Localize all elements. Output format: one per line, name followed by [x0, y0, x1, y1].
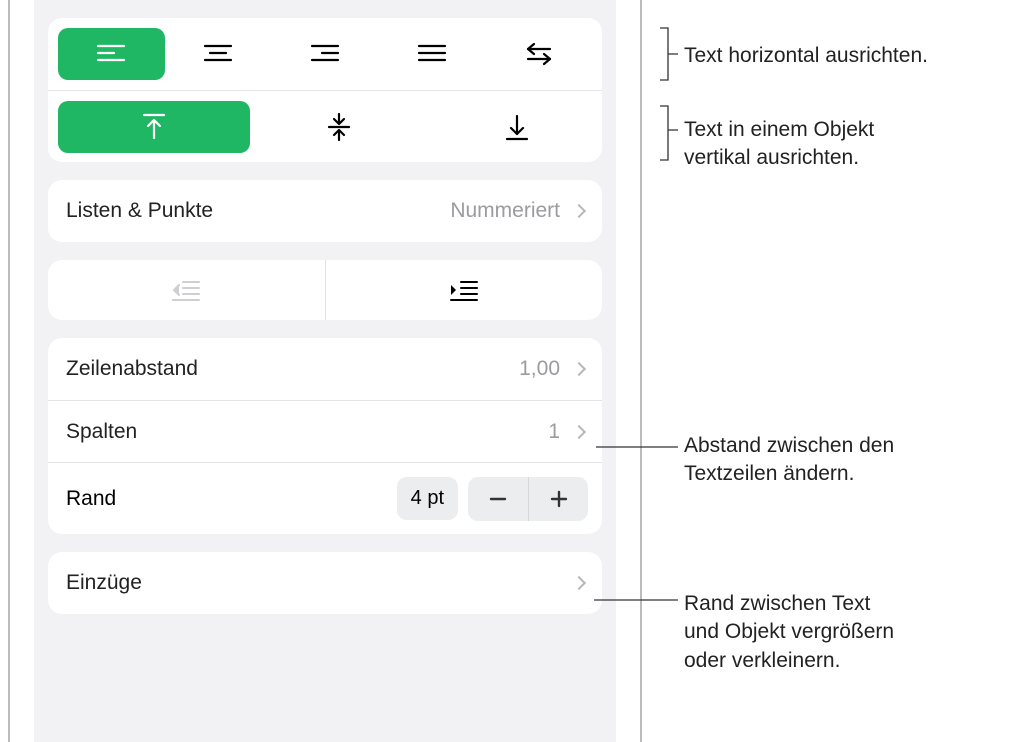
lists-label: Listen & Punkte [66, 199, 450, 223]
margin-value: 4 pt [397, 477, 458, 520]
text-direction-button[interactable] [485, 28, 592, 80]
outdent-button[interactable] [48, 260, 325, 320]
valign-bottom-icon [505, 112, 529, 142]
line-spacing-value: 1,00 [519, 357, 560, 381]
chevron-right-icon [572, 204, 586, 218]
callout-text: Rand zwischen Text [684, 592, 870, 615]
callout-text: vertikal ausrichten. [684, 146, 859, 169]
align-center-button[interactable] [165, 28, 272, 80]
callout-text: oder verkleinern. [684, 649, 840, 672]
align-left-button[interactable] [58, 28, 165, 80]
columns-value: 1 [548, 420, 560, 444]
callout-text: Textzeilen ändern. [684, 462, 854, 485]
indent-button[interactable] [325, 260, 603, 320]
align-center-icon [203, 43, 233, 65]
callout-text: Text horizontal ausrichten. [684, 44, 928, 67]
inspector-panel: Listen & Punkte Nummeriert Zeilenabstand… [8, 0, 642, 742]
valign-bottom-button[interactable] [428, 101, 602, 153]
callout-text: und Objekt vergrößern [684, 620, 894, 643]
valign-top-icon [142, 112, 166, 142]
margin-label: Rand [66, 487, 397, 511]
margin-increase-button[interactable] [528, 477, 588, 521]
outdent-icon [171, 279, 201, 301]
annotations: Text horizontal ausrichten. Text in eine… [648, 0, 1021, 742]
vertical-align-bar [48, 90, 602, 162]
horizontal-align-bar [48, 18, 602, 90]
bidi-arrows-icon [524, 42, 554, 66]
columns-label: Spalten [66, 420, 548, 444]
align-justify-button[interactable] [378, 28, 485, 80]
callout-text: Abstand zwischen den [684, 434, 894, 457]
plus-icon [549, 489, 569, 509]
columns-row[interactable]: Spalten 1 [48, 400, 602, 462]
indents-card: Einzüge [48, 552, 602, 614]
valign-top-button[interactable] [58, 101, 250, 153]
callout-linespacing: Abstand zwischen den Textzeilen ändern. [684, 432, 1021, 489]
minus-icon [488, 489, 508, 509]
margin-decrease-button[interactable] [468, 477, 528, 521]
line-spacing-label: Zeilenabstand [66, 357, 519, 381]
callout-halign: Text horizontal ausrichten. [684, 42, 1021, 70]
indent-buttons-card [48, 260, 602, 320]
chevron-right-icon [572, 576, 586, 590]
indent-icon [449, 279, 479, 301]
margin-stepper [468, 477, 588, 521]
align-justify-icon [417, 43, 447, 65]
valign-middle-button[interactable] [250, 101, 428, 153]
align-right-button[interactable] [272, 28, 379, 80]
valign-middle-icon [327, 112, 351, 142]
callout-margin: Rand zwischen Text und Objekt vergrößern… [684, 590, 1021, 675]
callout-text: Text in einem Objekt [684, 118, 874, 141]
align-left-icon [96, 43, 126, 65]
chevron-right-icon [572, 362, 586, 376]
lists-card: Listen & Punkte Nummeriert [48, 180, 602, 242]
align-right-icon [310, 43, 340, 65]
indents-row[interactable]: Einzüge [48, 552, 602, 614]
spacing-card: Zeilenabstand 1,00 Spalten 1 Rand 4 pt [48, 338, 602, 534]
lists-row[interactable]: Listen & Punkte Nummeriert [48, 180, 602, 242]
lists-value: Nummeriert [450, 199, 560, 223]
alignment-card [48, 18, 602, 162]
chevron-right-icon [572, 424, 586, 438]
margin-row: Rand 4 pt [48, 462, 602, 534]
indents-label: Einzüge [66, 571, 566, 595]
line-spacing-row[interactable]: Zeilenabstand 1,00 [48, 338, 602, 400]
callout-valign: Text in einem Objekt vertikal ausrichten… [684, 116, 1021, 173]
